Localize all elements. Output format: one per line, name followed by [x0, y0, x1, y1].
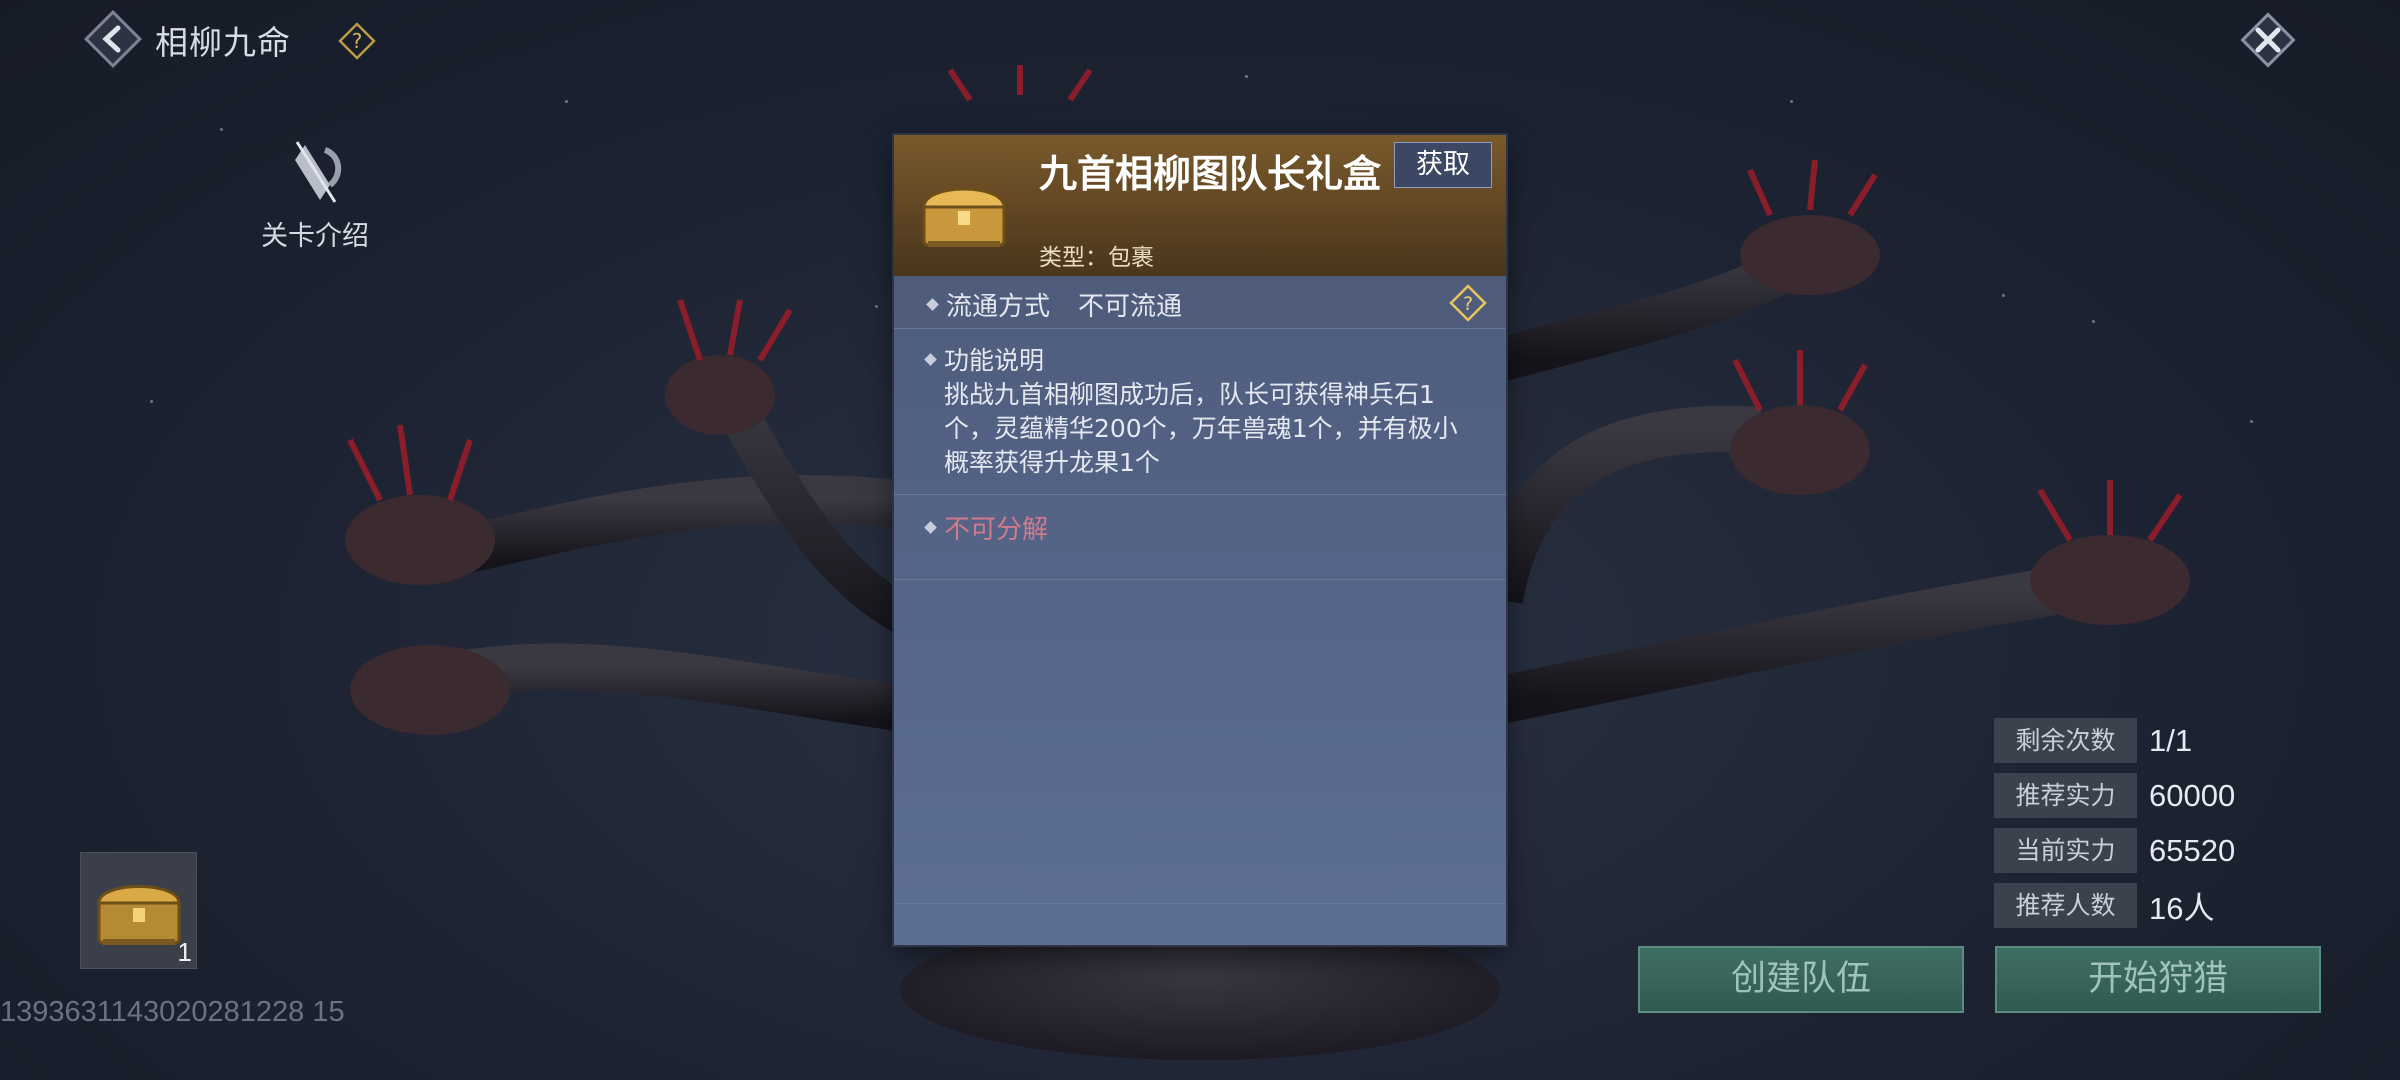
question-mark-icon: ?	[338, 22, 376, 60]
back-button[interactable]	[80, 6, 146, 72]
item-type: 类型：包裹	[1039, 245, 1154, 271]
chevron-left-icon	[84, 10, 142, 68]
reward-item-slot[interactable]: 1	[80, 852, 197, 969]
stat-value: 65520	[2149, 832, 2236, 868]
stat-value: 1/1	[2149, 722, 2193, 758]
item-tooltip-panel: 九首相柳图队长礼盒 获取 类型：包裹 流通方式 不可流通 ? 功能说明 挑战九首相…	[894, 135, 1506, 945]
panel-footer-divider	[894, 867, 1506, 904]
help-button[interactable]: ?	[336, 20, 378, 62]
stat-recommended-power: 推荐实力 60000	[1994, 773, 2235, 818]
tooltip-header: 九首相柳图队长礼盒 获取 类型：包裹	[894, 135, 1506, 276]
scroll-quill-icon	[295, 141, 342, 203]
close-button[interactable]	[2234, 6, 2302, 74]
stat-value: 60000	[2149, 777, 2236, 813]
function-description: 挑战九首相柳图成功后，队长可获得神兵石1个，灵蕴精华200个，万年兽魂1个，并有…	[944, 380, 1458, 477]
svg-text:?: ?	[1463, 293, 1473, 315]
circulation-text: 流通方式 不可流通	[926, 286, 1183, 323]
question-mark-icon: ?	[1449, 284, 1487, 322]
svg-text:?: ?	[352, 29, 363, 53]
get-button[interactable]: 获取	[1394, 142, 1492, 188]
stat-label: 当前实力	[1994, 828, 2137, 873]
stat-label: 剩余次数	[1994, 718, 2137, 763]
decompose-text-row: 不可分解	[924, 509, 1049, 546]
circulation-value: 不可流通	[1078, 292, 1183, 322]
stat-remaining-attempts: 剩余次数 1/1	[1994, 718, 2235, 763]
stat-label: 推荐人数	[1994, 883, 2137, 928]
stat-value: 16人	[2149, 891, 2215, 926]
create-team-button[interactable]: 创建队伍	[1638, 946, 1964, 1013]
circulation-label: 流通方式	[946, 292, 1051, 322]
function-title: 功能说明	[944, 346, 1045, 375]
function-row: 功能说明 挑战九首相柳图成功后，队长可获得神兵石1个，灵蕴精华200个，万年兽魂…	[894, 329, 1506, 495]
treasure-chest-icon	[922, 187, 1006, 247]
function-title-row: 功能说明	[924, 341, 1045, 377]
bullet-icon	[924, 521, 937, 534]
close-x-icon	[2240, 12, 2296, 68]
bullet-icon	[924, 352, 937, 366]
page-title: 相柳九命	[155, 23, 291, 62]
level-intro-button[interactable]: 关卡介绍	[250, 130, 380, 253]
bullet-icon	[926, 298, 939, 311]
item-count: 1	[177, 937, 192, 967]
item-title: 九首相柳图队长礼盒	[1039, 152, 1382, 196]
top-bar: 相柳九命 ?	[0, 0, 2400, 80]
stat-current-power: 当前实力 65520	[1994, 828, 2235, 873]
decompose-text: 不可分解	[944, 515, 1049, 545]
start-hunt-button[interactable]: 开始狩猎	[1995, 946, 2321, 1013]
stat-recommended-players: 推荐人数 16人	[1994, 883, 2235, 928]
stat-label: 推荐实力	[1994, 773, 2137, 818]
decompose-row: 不可分解	[894, 495, 1506, 580]
circulation-help-button[interactable]: ?	[1448, 283, 1488, 323]
level-intro-label: 关卡介绍	[261, 221, 369, 252]
player-uid: 1393631143020281228 15	[0, 996, 345, 1028]
dungeon-stats: 剩余次数 1/1 推荐实力 60000 当前实力 65520 推荐人数 16人	[1994, 718, 2235, 938]
circulation-row: 流通方式 不可流通 ?	[894, 276, 1506, 329]
